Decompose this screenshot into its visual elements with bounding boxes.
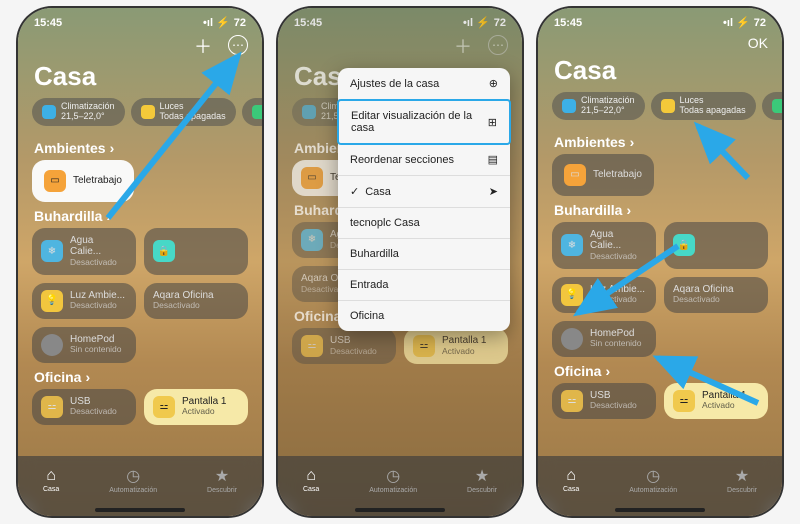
- header: OK: [538, 31, 782, 53]
- lock-icon: 🔒: [153, 240, 175, 262]
- list-icon: ▤: [488, 153, 498, 166]
- home-indicator: [355, 508, 445, 512]
- chevron-icon: ›: [605, 363, 610, 379]
- star-icon: ★: [215, 466, 229, 486]
- pill-lights[interactable]: LucesTodas apagadas: [651, 92, 756, 120]
- pill-climate[interactable]: Climatización21,5–22,0°: [552, 92, 645, 120]
- display-icon: ▭: [44, 170, 66, 192]
- menu-ajustes[interactable]: Ajustes de la casa⊕: [338, 68, 510, 100]
- card-pantalla[interactable]: ⚍Pantalla 1Activado: [144, 389, 248, 425]
- tab-descubrir[interactable]: ★Descubrir: [467, 466, 497, 494]
- menu-editar[interactable]: Editar visualización de la casa⊞: [337, 99, 511, 145]
- clock-icon: ◷: [646, 466, 660, 486]
- annotation-arrow: [568, 238, 688, 333]
- status-time: 15:45: [34, 17, 62, 29]
- chevron-icon: ›: [85, 369, 90, 385]
- menu-casa[interactable]: ✓Casa➤: [338, 176, 510, 208]
- plug-icon: ⚍: [153, 396, 175, 418]
- phone-screen-1: 15:45 •ıl ⚡ 72 ＋ ⋯ Casa Climatización21,…: [18, 8, 262, 516]
- home-indicator: [95, 508, 185, 512]
- plug-icon: ⚍: [41, 396, 63, 418]
- gear-icon: ⊕: [489, 77, 498, 90]
- menu-reordenar[interactable]: Reordenar secciones▤: [338, 144, 510, 176]
- card-usb[interactable]: ⚍USBDesactivado: [32, 389, 136, 425]
- house-icon: ⌂: [566, 467, 576, 485]
- status-time: 15:45: [554, 17, 582, 29]
- card-luz[interactable]: 💡Luz Ambie...Desactivado: [32, 283, 136, 319]
- more-icon[interactable]: ⋯: [488, 35, 508, 55]
- page-title: Casa: [538, 53, 782, 92]
- card-aqara[interactable]: Aqara OficinaDesactivado: [144, 283, 248, 319]
- nav-icon: ➤: [489, 185, 498, 198]
- add-icon[interactable]: ＋: [452, 35, 474, 57]
- status-right: •ıl ⚡ 72: [723, 16, 766, 29]
- card-usb: ⚍USBDesactivado: [292, 328, 396, 364]
- status-bar: 15:45 •ıl ⚡ 72: [538, 8, 782, 31]
- card-usb[interactable]: ⚍USBDesactivado: [552, 383, 656, 419]
- tab-casa[interactable]: ⌂Casa: [43, 467, 59, 493]
- clock-icon: ◷: [126, 466, 140, 486]
- chevron-icon: ›: [630, 134, 635, 150]
- display-icon: ▭: [564, 164, 586, 186]
- pill-lock[interactable]: [762, 92, 782, 120]
- menu-tecno[interactable]: tecnoplc Casa: [338, 208, 510, 239]
- home-indicator: [615, 508, 705, 512]
- card-homepod[interactable]: HomePodSin contenido: [32, 327, 136, 363]
- section-buhardilla[interactable]: Buhardilla ›: [538, 196, 782, 222]
- annotation-arrow: [98, 48, 248, 233]
- tab-bar: ⌂Casa ◷Automatización ★Descubrir: [18, 456, 262, 516]
- tab-descubrir[interactable]: ★Descubrir: [207, 466, 237, 494]
- phone-screen-2: 15:45 •ıl ⚡ 72 ＋ ⋯ Casa Climatización21,…: [278, 8, 522, 516]
- tab-auto[interactable]: ◷Automatización: [629, 466, 677, 494]
- homepod-icon: [41, 334, 63, 356]
- card-teletrabajo[interactable]: ▭Teletrabajo: [552, 154, 654, 196]
- water-icon: ❄: [41, 240, 63, 262]
- annotation-arrow: [648, 348, 768, 423]
- annotation-arrow: [688, 118, 768, 193]
- done-button[interactable]: OK: [748, 35, 768, 51]
- status-right: •ıl ⚡ 72: [203, 16, 246, 29]
- menu-buhardilla[interactable]: Buhardilla: [338, 239, 510, 270]
- menu-entrada[interactable]: Entrada: [338, 270, 510, 301]
- tab-descubrir[interactable]: ★Descubrir: [727, 466, 757, 494]
- tab-auto[interactable]: ◷Automatización: [369, 466, 417, 494]
- plug-icon: ⚍: [561, 390, 583, 412]
- check-icon: ✓: [350, 186, 359, 198]
- house-icon: ⌂: [46, 467, 56, 485]
- section-oficina[interactable]: Oficina ›: [18, 363, 262, 389]
- context-menu: Ajustes de la casa⊕ Editar visualización…: [338, 68, 510, 331]
- tab-casa[interactable]: ⌂Casa: [303, 467, 319, 493]
- bulb-icon: 💡: [41, 290, 63, 312]
- tab-casa[interactable]: ⌂Casa: [563, 467, 579, 493]
- card-pantalla: ⚍Pantalla 1Activado: [404, 328, 508, 364]
- status-bar: 15:45 •ıl ⚡ 72: [18, 8, 262, 31]
- star-icon: ★: [735, 466, 749, 486]
- menu-oficina[interactable]: Oficina: [338, 301, 510, 331]
- chevron-icon: ›: [626, 202, 631, 218]
- card-aqara-top[interactable]: 🔒: [144, 228, 248, 275]
- tab-bar: ⌂Casa ◷Automatización ★Descubrir: [278, 456, 522, 516]
- tab-bar: ⌂Casa ◷Automatización ★Descubrir: [538, 456, 782, 516]
- tab-auto[interactable]: ◷Automatización: [109, 466, 157, 494]
- phone-screen-3: 15:45 •ıl ⚡ 72 OK Casa Climatización21,5…: [538, 8, 782, 516]
- card-agua[interactable]: ❄Agua Calie...Desactivado: [32, 228, 136, 275]
- grid-icon: ⊞: [488, 116, 497, 129]
